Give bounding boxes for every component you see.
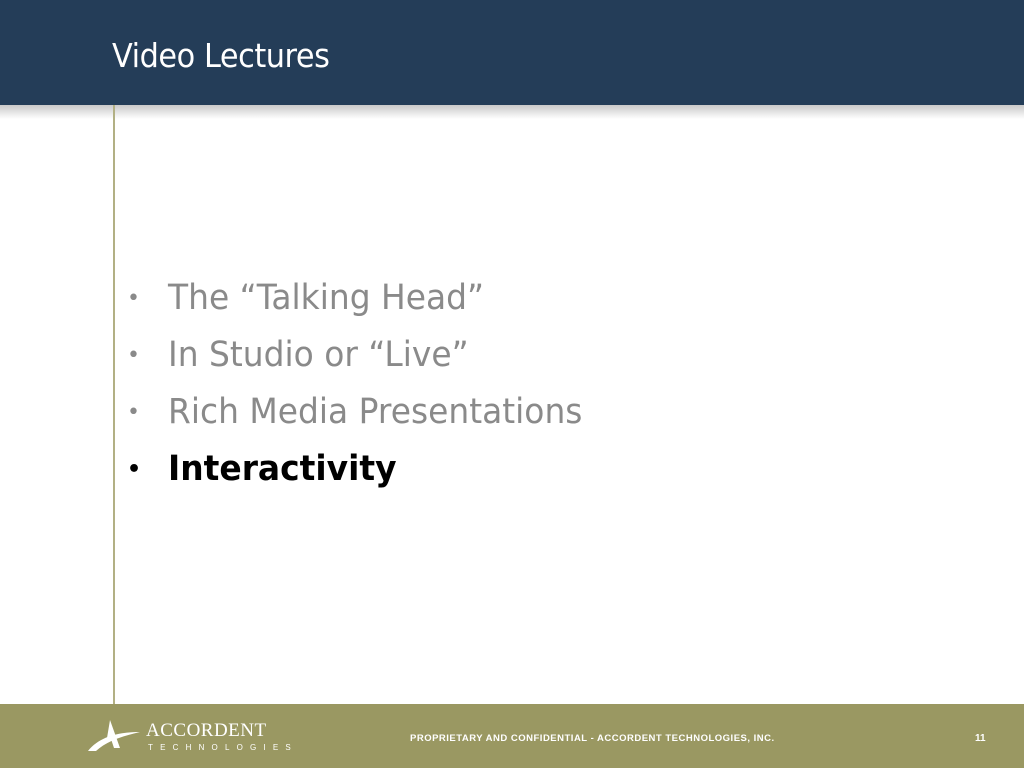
slide-title: Video Lectures (112, 36, 330, 75)
bullet-dot: • (127, 400, 140, 425)
bullet-text: Rich Media Presentations (168, 392, 583, 432)
vertical-rule (113, 105, 115, 704)
bullet-text: The “Talking Head” (168, 278, 485, 318)
confidential-notice: PROPRIETARY AND CONFIDENTIAL - ACCORDENT… (410, 733, 775, 744)
bullet-dot: • (127, 286, 140, 311)
logo-name: ACCORDENT (146, 720, 267, 741)
bullet-text: In Studio or “Live” (168, 335, 469, 375)
header-shadow (0, 105, 1024, 119)
bullet-text: Interactivity (168, 449, 397, 489)
page-number: 11 (975, 733, 986, 744)
bullet-dot: • (127, 343, 140, 368)
slide-footer: ACCORDENT TECHNOLOGIES PROPRIETARY AND C… (0, 704, 1024, 768)
accordent-a-swoosh-icon (88, 720, 140, 751)
bullet-dot: • (127, 457, 142, 482)
company-logo: ACCORDENT TECHNOLOGIES (86, 718, 291, 758)
slide-header: Video Lectures (0, 0, 1024, 105)
logo-subtitle: TECHNOLOGIES (148, 743, 298, 752)
